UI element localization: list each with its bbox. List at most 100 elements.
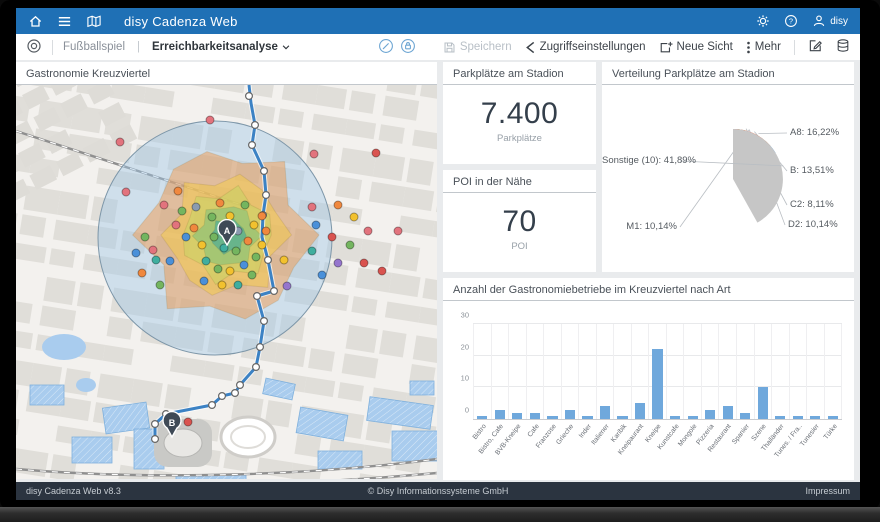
help-icon[interactable]: ? (784, 14, 798, 28)
lock-circle-icon[interactable] (400, 38, 416, 57)
poi-dot[interactable] (234, 281, 242, 289)
bar[interactable] (828, 416, 838, 419)
pie-slice[interactable] (733, 129, 783, 223)
route-waypoint[interactable] (271, 288, 278, 295)
edit-note-icon[interactable] (808, 38, 823, 56)
poi-dot[interactable] (308, 247, 316, 255)
poi-dot[interactable] (141, 233, 149, 241)
bar[interactable] (810, 416, 820, 419)
poi-dot[interactable] (156, 281, 164, 289)
poi-dot[interactable] (240, 261, 248, 269)
poi-dot[interactable] (244, 237, 252, 245)
poi-dot[interactable] (218, 281, 226, 289)
poi-dot[interactable] (174, 187, 182, 195)
poi-dot[interactable] (248, 271, 256, 279)
poi-dot[interactable] (328, 233, 336, 241)
poi-dot[interactable] (258, 241, 266, 249)
access-settings-button[interactable]: Zugriffseinstellungen (525, 41, 646, 54)
poi-dot[interactable] (283, 282, 291, 290)
route-waypoint[interactable] (261, 318, 268, 325)
route-waypoint[interactable] (265, 257, 272, 264)
route-waypoint[interactable] (249, 142, 256, 149)
route-waypoint[interactable] (152, 436, 159, 443)
poi-dot[interactable] (182, 233, 190, 241)
database-icon[interactable] (836, 38, 850, 56)
workbook-target-icon[interactable] (26, 38, 42, 57)
poi-dot[interactable] (200, 277, 208, 285)
poi-dot[interactable] (172, 221, 180, 229)
bar[interactable] (793, 416, 803, 419)
bar[interactable] (688, 416, 698, 419)
route-waypoint[interactable] (261, 168, 268, 175)
poi-dot[interactable] (152, 256, 160, 264)
poi-dot[interactable] (210, 233, 218, 241)
poi-dot[interactable] (334, 259, 342, 267)
poi-dot[interactable] (378, 267, 386, 275)
poi-dot[interactable] (198, 241, 206, 249)
poi-dot[interactable] (308, 203, 316, 211)
poi-dot[interactable] (350, 213, 358, 221)
route-waypoint[interactable] (246, 93, 253, 100)
edit-circle-icon[interactable] (378, 38, 394, 57)
route-waypoint[interactable] (152, 421, 159, 428)
poi-dot[interactable] (214, 265, 222, 273)
poi-dot[interactable] (166, 257, 174, 265)
bar[interactable] (775, 416, 785, 419)
poi-dot[interactable] (250, 221, 258, 229)
settings-gear-icon[interactable] (756, 14, 770, 28)
save-button[interactable]: Speichern (443, 41, 512, 54)
poi-dot[interactable] (262, 227, 270, 235)
poi-dot[interactable] (149, 246, 157, 254)
poi-dot[interactable] (206, 116, 214, 124)
poi-dot[interactable] (280, 256, 288, 264)
bar[interactable] (635, 403, 645, 419)
poi-dot[interactable] (184, 418, 192, 426)
map-view[interactable]: AB (16, 85, 437, 479)
route-waypoint[interactable] (263, 192, 270, 199)
poi-dot[interactable] (241, 201, 249, 209)
bar[interactable] (740, 413, 750, 419)
poi-dot[interactable] (334, 201, 342, 209)
poi-dot[interactable] (178, 207, 186, 215)
user-menu[interactable]: disy (812, 14, 848, 28)
poi-dot[interactable] (190, 224, 198, 232)
bar[interactable] (705, 410, 715, 420)
bar[interactable] (723, 406, 733, 419)
poi-dot[interactable] (160, 201, 168, 209)
home-icon[interactable] (28, 14, 43, 29)
poi-dot[interactable] (232, 247, 240, 255)
breadcrumb-current-view[interactable]: Erreichbarkeitsanalyse (152, 41, 291, 53)
poi-dot[interactable] (192, 203, 200, 211)
poi-dot[interactable] (318, 271, 326, 279)
route-waypoint[interactable] (219, 393, 226, 400)
route-waypoint[interactable] (257, 344, 264, 351)
route-waypoint[interactable] (254, 293, 261, 300)
bar[interactable] (495, 410, 505, 420)
bar[interactable] (582, 416, 592, 419)
poi-dot[interactable] (226, 267, 234, 275)
poi-dot[interactable] (202, 257, 210, 265)
new-view-button[interactable]: Neue Sicht (659, 41, 733, 54)
poi-dot[interactable] (310, 150, 318, 158)
bar[interactable] (617, 416, 627, 419)
menu-icon[interactable] (57, 14, 72, 29)
poi-dot[interactable] (372, 149, 380, 157)
poi-dot[interactable] (138, 269, 146, 277)
route-waypoint[interactable] (253, 364, 260, 371)
bar[interactable] (670, 416, 680, 419)
bar[interactable] (758, 387, 768, 419)
map-icon[interactable] (86, 14, 102, 29)
poi-dot[interactable] (312, 221, 320, 229)
bar[interactable] (547, 416, 557, 419)
poi-dot[interactable] (116, 138, 124, 146)
poi-dot[interactable] (258, 212, 266, 220)
bar[interactable] (565, 410, 575, 420)
route-waypoint[interactable] (237, 382, 244, 389)
bar[interactable] (477, 416, 487, 419)
poi-dot[interactable] (364, 227, 372, 235)
poi-dot[interactable] (132, 249, 140, 257)
poi-dot[interactable] (360, 259, 368, 267)
route-waypoint[interactable] (232, 390, 239, 397)
poi-dot[interactable] (346, 241, 354, 249)
poi-dot[interactable] (122, 188, 130, 196)
